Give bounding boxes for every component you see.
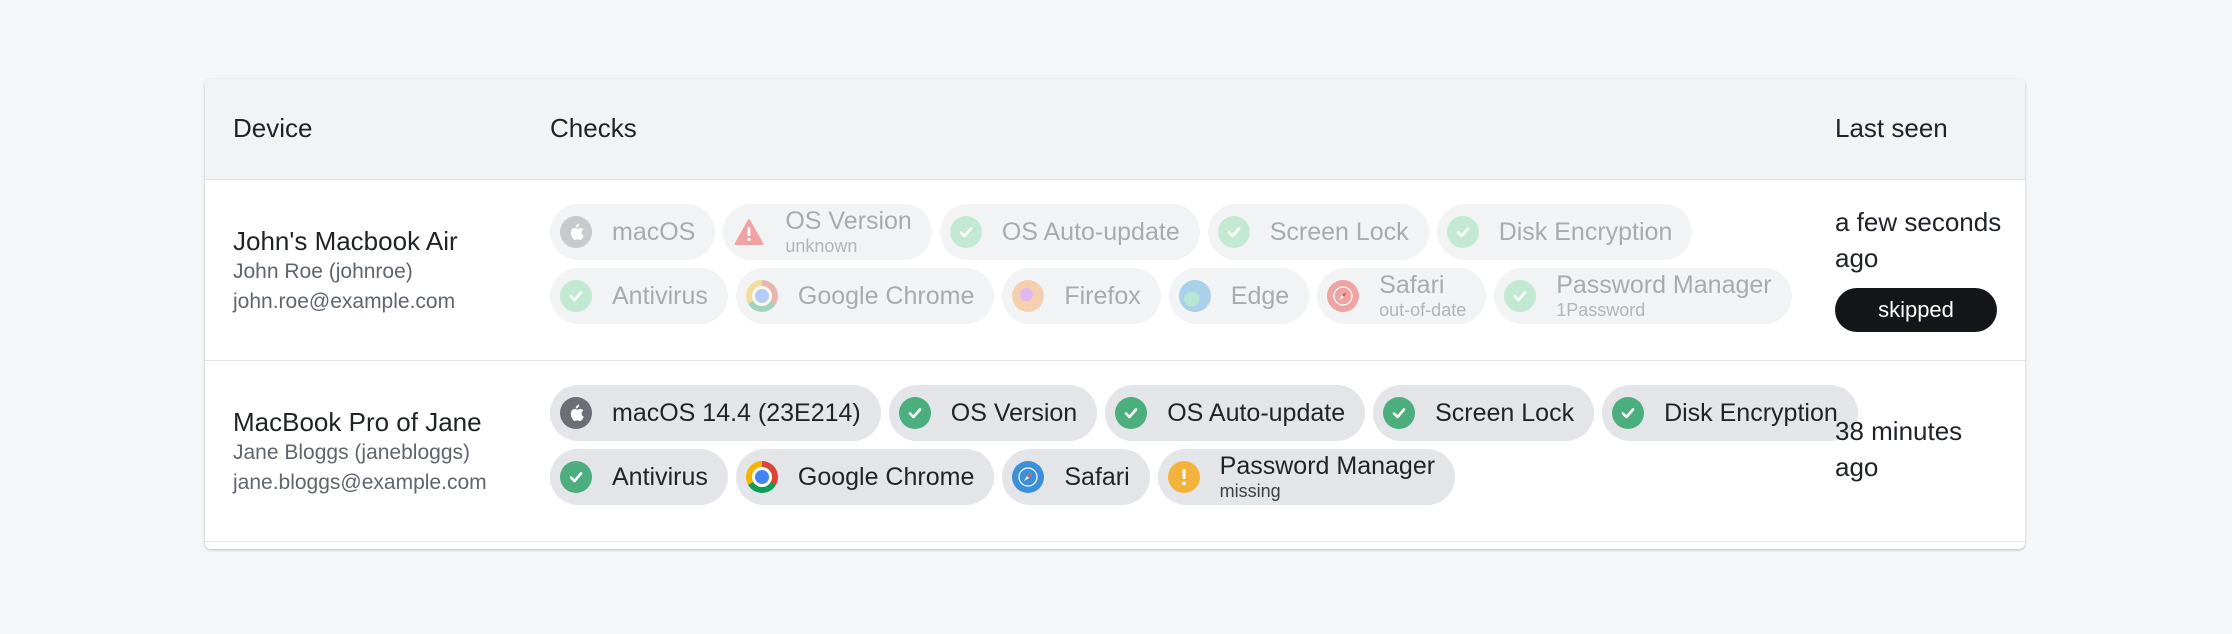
check-chip[interactable]: Firefox: [1002, 268, 1161, 324]
firefox-icon: [1012, 280, 1045, 312]
check-label: Safari: [1064, 462, 1130, 491]
check-icon: [949, 216, 982, 248]
check-label: macOS 14.4 (23E214): [612, 398, 861, 427]
check-label: Antivirus: [612, 462, 708, 491]
check-label: Google Chrome: [797, 281, 975, 310]
check-label: Screen Lock: [1435, 398, 1575, 427]
column-header-last-seen: Last seen: [1835, 113, 1948, 143]
check-label: Edge: [1230, 281, 1290, 310]
table-header: Device Checks Last seen: [205, 79, 2025, 180]
check-label: Screen Lock: [1269, 217, 1409, 246]
table-row[interactable]: MacBook Pro of Jane Jane Bloggs (janeblo…: [205, 361, 2025, 542]
check-icon: [1504, 280, 1537, 312]
status-badge: skipped: [1835, 288, 1997, 332]
check-chip[interactable]: Password Manager missing: [1157, 449, 1456, 505]
check-icon: [560, 280, 592, 312]
checks-row-1: macOS 14.4 (23E214) OS Version OS Auto-upd…: [550, 385, 1858, 441]
safari-icon: [1327, 280, 1360, 312]
devices-table: Device Checks Last seen John's Macbook A…: [205, 79, 2025, 549]
column-header-checks: Checks: [550, 113, 637, 143]
check-detail: unknown: [785, 235, 858, 256]
warning-icon: [733, 216, 765, 248]
checks-row-2: Antivirus Google Chrome Safari Password Man…: [550, 449, 1800, 505]
check-detail: out-of-date: [1379, 299, 1467, 320]
check-icon: [898, 397, 931, 429]
check-detail: missing: [1219, 480, 1281, 501]
check-label: OS Auto-update: [1001, 217, 1180, 246]
last-seen: 38 minutes ago: [1835, 416, 1963, 482]
check-chip[interactable]: macOS 14.4 (23E214): [550, 385, 881, 441]
check-label: OS Auto-update: [1167, 398, 1346, 427]
check-label: Password Manager: [1556, 271, 1772, 300]
device-email: jane.bloggs@example.com: [233, 471, 487, 494]
check-chip[interactable]: OS Auto-update: [939, 204, 1200, 260]
check-chip[interactable]: Screen Lock: [1373, 385, 1595, 441]
device-owner: Jane Bloggs (janebloggs): [233, 441, 470, 464]
device-name[interactable]: John's Macbook Air: [233, 226, 458, 257]
check-chip[interactable]: Disk Encryption: [1602, 385, 1858, 441]
check-label: Safari: [1379, 271, 1445, 300]
check-icon: [1115, 397, 1148, 429]
check-label: Disk Encryption: [1664, 398, 1838, 427]
safari-icon: [1012, 461, 1045, 493]
check-chip[interactable]: Google Chrome: [735, 268, 995, 324]
device-email: john.roe@example.com: [233, 290, 456, 313]
check-chip[interactable]: Safari: [1002, 449, 1150, 505]
check-chip[interactable]: Edge: [1168, 268, 1310, 324]
check-label: Firefox: [1064, 281, 1141, 310]
checks-row-1: macOS OS Version unknown OS Auto-update Scre…: [550, 204, 1800, 260]
column-header-device: Device: [233, 113, 313, 143]
device-owner: John Roe (johnroe): [233, 260, 413, 283]
apple-icon: [560, 397, 592, 429]
check-label: Antivirus: [612, 281, 708, 310]
table-row[interactable]: John's Macbook Air John Roe (johnroe) jo…: [205, 180, 2025, 361]
check-chip[interactable]: Screen Lock: [1207, 204, 1429, 260]
check-icon: [560, 461, 592, 493]
check-label: Disk Encryption: [1498, 217, 1673, 246]
chrome-icon: [745, 280, 778, 312]
checks-row-2: Antivirus Google Chrome Firefox Edge Safari o…: [550, 268, 1800, 324]
check-icon: [1612, 397, 1645, 429]
check-chip[interactable]: Password Manager 1Password: [1494, 268, 1792, 324]
chrome-icon: [745, 461, 778, 493]
check-icon: [1383, 397, 1416, 429]
check-chip[interactable]: Disk Encryption: [1436, 204, 1693, 260]
checks-list: macOS 14.4 (23E214) OS Version OS Auto-upd…: [550, 385, 1858, 513]
check-chip[interactable]: Safari out-of-date: [1317, 268, 1487, 324]
check-label: OS Version: [950, 398, 1078, 427]
apple-icon: [560, 216, 592, 248]
check-chip[interactable]: OS Version unknown: [723, 204, 932, 260]
edge-icon: [1178, 280, 1211, 312]
check-chip[interactable]: macOS: [550, 204, 716, 260]
check-chip[interactable]: Antivirus: [550, 449, 728, 505]
check-label: Google Chrome: [797, 462, 975, 491]
checks-list: macOS OS Version unknown OS Auto-update Scre…: [550, 204, 1800, 332]
check-chip[interactable]: OS Auto-update: [1105, 385, 1366, 441]
check-icon: [1217, 216, 1250, 248]
check-chip[interactable]: OS Version: [888, 385, 1098, 441]
check-label: OS Version: [785, 207, 912, 236]
check-label: Password Manager: [1219, 452, 1436, 481]
check-label: macOS: [612, 217, 696, 246]
device-name[interactable]: MacBook Pro of Jane: [233, 407, 482, 438]
exclamation-icon: [1167, 461, 1200, 493]
check-icon: [1446, 216, 1479, 248]
check-chip[interactable]: Antivirus: [550, 268, 728, 324]
last-seen: a few seconds ago: [1835, 207, 2002, 273]
check-chip[interactable]: Google Chrome: [735, 449, 995, 505]
check-detail: 1Password: [1556, 299, 1646, 320]
